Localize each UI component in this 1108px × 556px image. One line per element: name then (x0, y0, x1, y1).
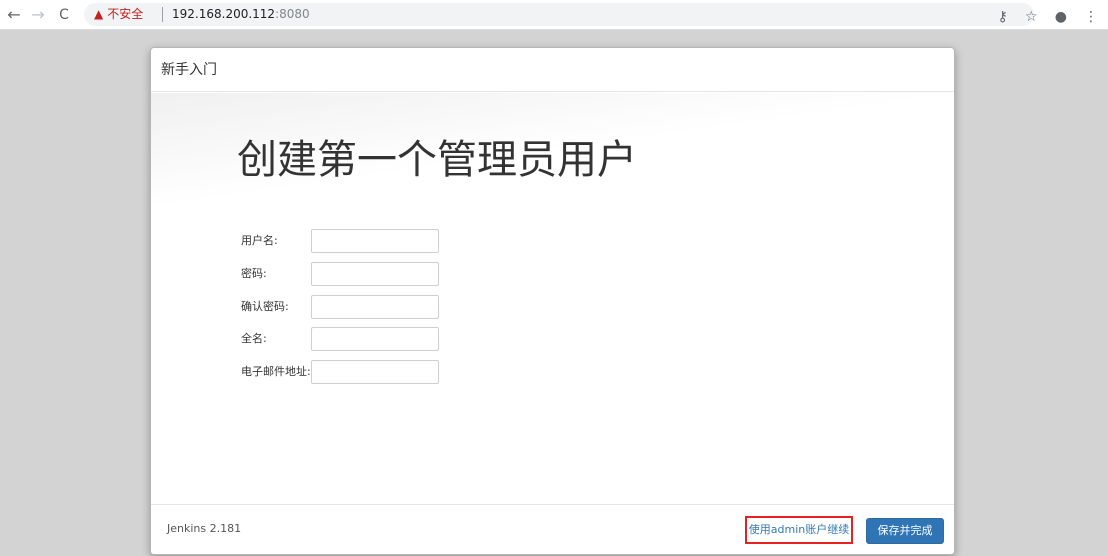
security-label: 不安全 (107, 7, 144, 21)
menu-dots-icon[interactable]: ⋮ (1084, 8, 1098, 26)
browser-actions: ⚷ ☆ ● ⋮ (986, 6, 1098, 26)
url-text[interactable]: 192.168.200.112:8080 (172, 7, 310, 22)
username-label: 用户名: (241, 234, 278, 247)
password-label: 密码: (241, 267, 267, 280)
fullname-input[interactable] (311, 327, 439, 351)
warning-triangle-icon: ▲ (94, 7, 104, 21)
reload-icon[interactable]: C (54, 5, 74, 25)
address-bar[interactable]: ▲ 不安全 192.168.200.112:8080 (84, 3, 1034, 26)
save-and-finish-button[interactable]: 保存并完成 (866, 518, 944, 544)
username-input[interactable] (311, 229, 439, 253)
password-input[interactable] (311, 262, 439, 286)
page-title: 创建第一个管理员用户 (237, 137, 637, 183)
continue-as-admin-button[interactable]: 使用admin账户继续 (745, 516, 853, 544)
forward-arrow-icon[interactable]: → (28, 5, 48, 25)
security-warning[interactable]: ▲ 不安全 (94, 7, 143, 22)
fullname-label: 全名: (241, 332, 267, 345)
account-icon[interactable]: ● (1055, 8, 1067, 26)
setup-dialog: 新手入门 创建第一个管理员用户 用户名: 密码: 确认密码: 全名: 电子邮件地… (150, 47, 955, 555)
version-label: Jenkins 2.181 (167, 522, 242, 535)
url-host: 192.168.200.112 (172, 7, 276, 21)
dialog-footer: Jenkins 2.181 使用admin账户继续 保存并完成 (151, 504, 954, 554)
dialog-header: 新手入门 (151, 48, 954, 92)
browser-toolbar: ← → C ▲ 不安全 192.168.200.112:8080 ⚷ ☆ ● ⋮ (0, 0, 1108, 30)
confirm-password-label: 确认密码: (241, 300, 289, 313)
email-label: 电子邮件地址: (241, 365, 311, 378)
divider (162, 7, 163, 22)
url-port: :8080 (275, 7, 310, 21)
dialog-title: 新手入门 (161, 62, 217, 78)
dialog-body: 创建第一个管理员用户 用户名: 密码: 确认密码: 全名: 电子邮件地址: (151, 93, 954, 504)
back-arrow-icon[interactable]: ← (4, 5, 24, 25)
confirm-password-input[interactable] (311, 295, 439, 319)
email-field[interactable] (311, 360, 439, 384)
key-icon[interactable]: ⚷ (998, 8, 1008, 26)
star-icon[interactable]: ☆ (1025, 8, 1038, 26)
